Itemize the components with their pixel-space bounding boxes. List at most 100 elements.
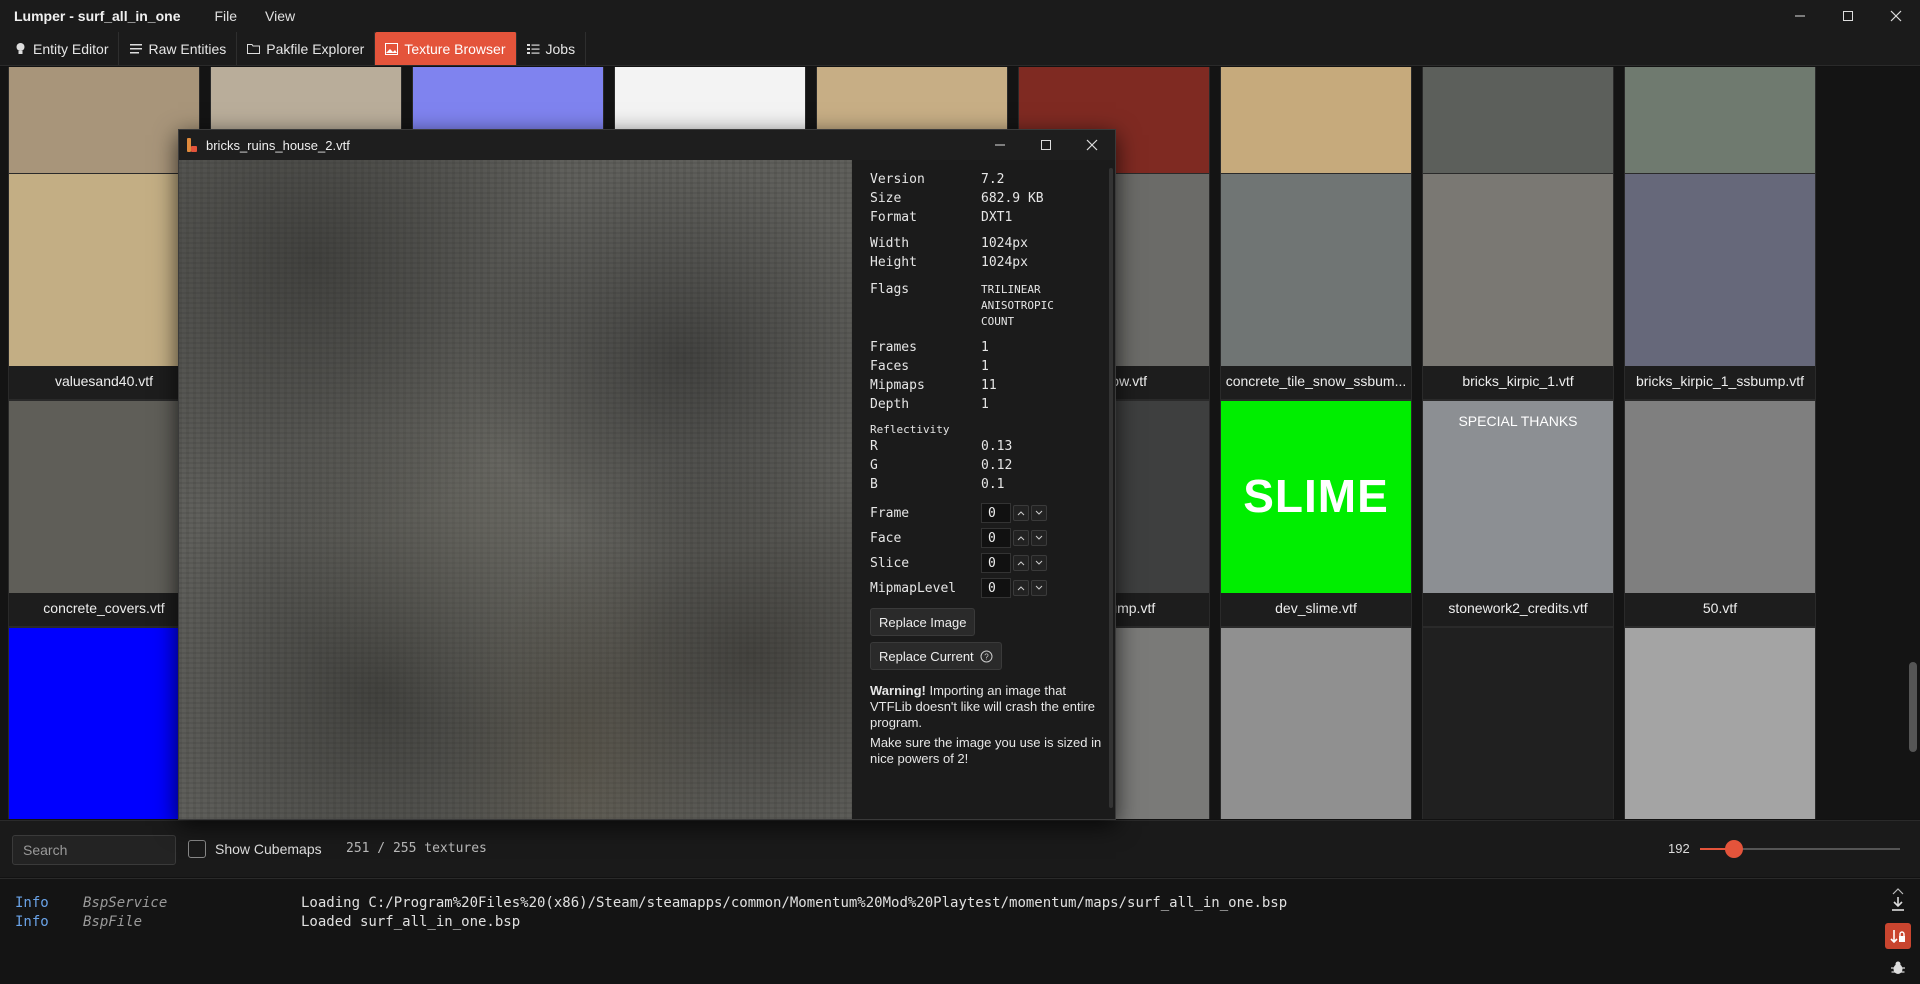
slice-spinner-input[interactable]: 0 xyxy=(981,553,1011,573)
bottom-toolbar: Show Cubemaps 251 / 255 textures 192 xyxy=(0,820,1920,877)
log-row: Info BspFile Loaded surf_all_in_one.bsp xyxy=(15,914,520,932)
texture-tile[interactable]: SLIME dev_slime.vtf xyxy=(1220,400,1412,627)
spinner-label: Face xyxy=(870,530,902,546)
scrollbar-thumb[interactable] xyxy=(1909,662,1917,752)
menu-file[interactable]: File xyxy=(214,8,237,24)
thumbnail-text: SPECIAL THANKS xyxy=(1458,413,1578,429)
frame-spinner-row: Frame 0 xyxy=(870,503,1047,523)
info-scrollbar[interactable] xyxy=(1109,168,1113,808)
show-cubemaps-checkbox[interactable] xyxy=(188,840,206,858)
minimize-icon[interactable] xyxy=(1776,0,1824,32)
texture-thumbnail xyxy=(1221,174,1411,366)
texture-thumbnail xyxy=(1625,628,1815,819)
chevron-up-icon[interactable] xyxy=(1013,530,1029,546)
chevron-down-icon[interactable] xyxy=(1031,530,1047,546)
chevron-up-icon[interactable] xyxy=(1892,883,1904,895)
texture-name: bricks_kirpic_1.vtf xyxy=(1462,373,1574,389)
warning-label: Warning! xyxy=(870,683,926,698)
texture-tile[interactable]: 50.vtf xyxy=(1624,400,1816,627)
button-label: Replace Current xyxy=(879,648,974,664)
prop-format: Format DXT1 xyxy=(870,210,1013,225)
reflectivity-heading: Reflectivity xyxy=(870,423,950,436)
texture-tile[interactable]: bricks_kirpic_1_ssbump.vtf xyxy=(1624,173,1816,400)
log-panel: Info BspService Loading C:/Program%20Fil… xyxy=(0,878,1920,984)
bug-icon[interactable] xyxy=(1885,955,1911,981)
close-icon[interactable] xyxy=(1069,130,1115,160)
prop-width: Width 1024px xyxy=(870,236,1028,251)
texture-name: concrete_tile_snow_ssbum... xyxy=(1225,373,1407,389)
texture-tile[interactable] xyxy=(1624,627,1816,819)
window-title: bricks_ruins_house_2.vtf xyxy=(206,137,350,153)
texture-info-panel: Version 7.2 Size 682.9 KB Format DXT1 Width… xyxy=(852,160,1115,819)
slider-knob[interactable] xyxy=(1725,840,1743,858)
svg-text:?: ? xyxy=(984,652,989,661)
warning-text: Warning! Importing an image that VTFLib … xyxy=(870,683,1108,731)
lightbulb-icon xyxy=(14,42,27,55)
window-title-bar[interactable]: bricks_ruins_house_2.vtf xyxy=(179,130,1115,160)
texture-thumbnail xyxy=(9,401,199,593)
chevron-down-icon[interactable] xyxy=(1031,555,1047,571)
log-message: Loaded surf_all_in_one.bsp xyxy=(301,914,521,930)
texture-tile[interactable] xyxy=(1220,627,1412,819)
texture-tile[interactable]: concrete_tile_snow_ssbum... xyxy=(1220,173,1412,400)
list-icon xyxy=(129,42,142,55)
prop-reflectivity-r: R 0.13 xyxy=(870,439,1013,454)
texture-thumbnail xyxy=(1423,628,1613,819)
maximize-icon[interactable] xyxy=(1824,0,1872,32)
texture-name: bricks_kirpic_1_ssbump.vtf xyxy=(1635,373,1805,389)
close-icon[interactable] xyxy=(1872,0,1920,32)
replace-current-button[interactable]: Replace Current ? xyxy=(870,642,1002,670)
frame-spinner-input[interactable]: 0 xyxy=(981,503,1011,523)
grid-scrollbar[interactable] xyxy=(1906,67,1920,819)
chevron-down-icon[interactable] xyxy=(1031,580,1047,596)
chevron-up-icon[interactable] xyxy=(1013,555,1029,571)
texture-thumbnail xyxy=(1423,174,1613,366)
size-slider[interactable] xyxy=(1700,840,1900,858)
chevron-up-icon[interactable] xyxy=(1013,580,1029,596)
replace-image-button[interactable]: Replace Image xyxy=(870,608,976,636)
texture-tile[interactable] xyxy=(1422,627,1614,819)
chevron-up-icon[interactable] xyxy=(1013,505,1029,521)
tab-entity-editor[interactable]: Entity Editor xyxy=(4,32,120,65)
help-icon[interactable]: ? xyxy=(980,650,993,663)
tab-label: Entity Editor xyxy=(33,40,109,57)
spinner-label: Frame xyxy=(870,505,910,521)
texture-tile[interactable] xyxy=(8,627,200,819)
log-source: BspFile xyxy=(83,914,143,930)
tab-jobs[interactable]: Jobs xyxy=(517,32,587,65)
autoscroll-lock-icon[interactable] xyxy=(1885,923,1911,949)
tab-pakfile-explorer[interactable]: Pakfile Explorer xyxy=(237,32,376,65)
tab-texture-browser[interactable]: Texture Browser xyxy=(375,32,517,65)
texture-preview-image xyxy=(179,160,852,819)
menu-view[interactable]: View xyxy=(265,8,295,24)
tab-bar: Entity Editor Raw Entities Pakfile Explo… xyxy=(0,32,1920,66)
title-bar: Lumper - surf_all_in_one File View xyxy=(0,0,1920,32)
texture-name: stonework2_credits.vtf xyxy=(1448,600,1588,616)
mipmap-level-spinner-row: MipmapLevel 0 xyxy=(870,578,1047,598)
log-message: Loading C:/Program%20Files%20(x86)/Steam… xyxy=(301,895,1288,911)
log-level: Info xyxy=(15,895,49,911)
maximize-icon[interactable] xyxy=(1023,130,1069,160)
prop-mipmaps: Mipmaps 11 xyxy=(870,378,997,393)
texture-tile[interactable]: SPECIAL THANKS stonework2_credits.vtf xyxy=(1422,400,1614,627)
minimize-icon[interactable] xyxy=(977,130,1023,160)
tab-raw-entities[interactable]: Raw Entities xyxy=(119,32,238,65)
search-input[interactable] xyxy=(12,835,176,865)
prop-depth: Depth 1 xyxy=(870,397,989,412)
powers-of-two-note: Make sure the image you use is sized in … xyxy=(870,735,1102,766)
texture-tile[interactable]: concrete_covers.vtf xyxy=(8,400,200,627)
chevron-down-icon[interactable] xyxy=(1031,505,1047,521)
face-spinner-input[interactable]: 0 xyxy=(981,528,1011,548)
mipmap-level-spinner-input[interactable]: 0 xyxy=(981,578,1011,598)
texture-tile[interactable]: valuesand40.vtf xyxy=(8,173,200,400)
show-cubemaps-label: Show Cubemaps xyxy=(215,841,322,857)
prop-faces: Faces 1 xyxy=(870,359,989,374)
texture-thumbnail: SPECIAL THANKS xyxy=(1423,401,1613,593)
texture-tile[interactable]: bricks_kirpic_1.vtf xyxy=(1422,173,1614,400)
spinner-label: MipmapLevel xyxy=(870,580,957,596)
tab-label: Pakfile Explorer xyxy=(266,40,365,57)
flag-item: COUNT xyxy=(981,315,1015,328)
texture-thumbnail xyxy=(1625,401,1815,593)
scroll-to-bottom-icon[interactable] xyxy=(1885,891,1911,917)
app-title: Lumper - surf_all_in_one xyxy=(14,8,181,24)
